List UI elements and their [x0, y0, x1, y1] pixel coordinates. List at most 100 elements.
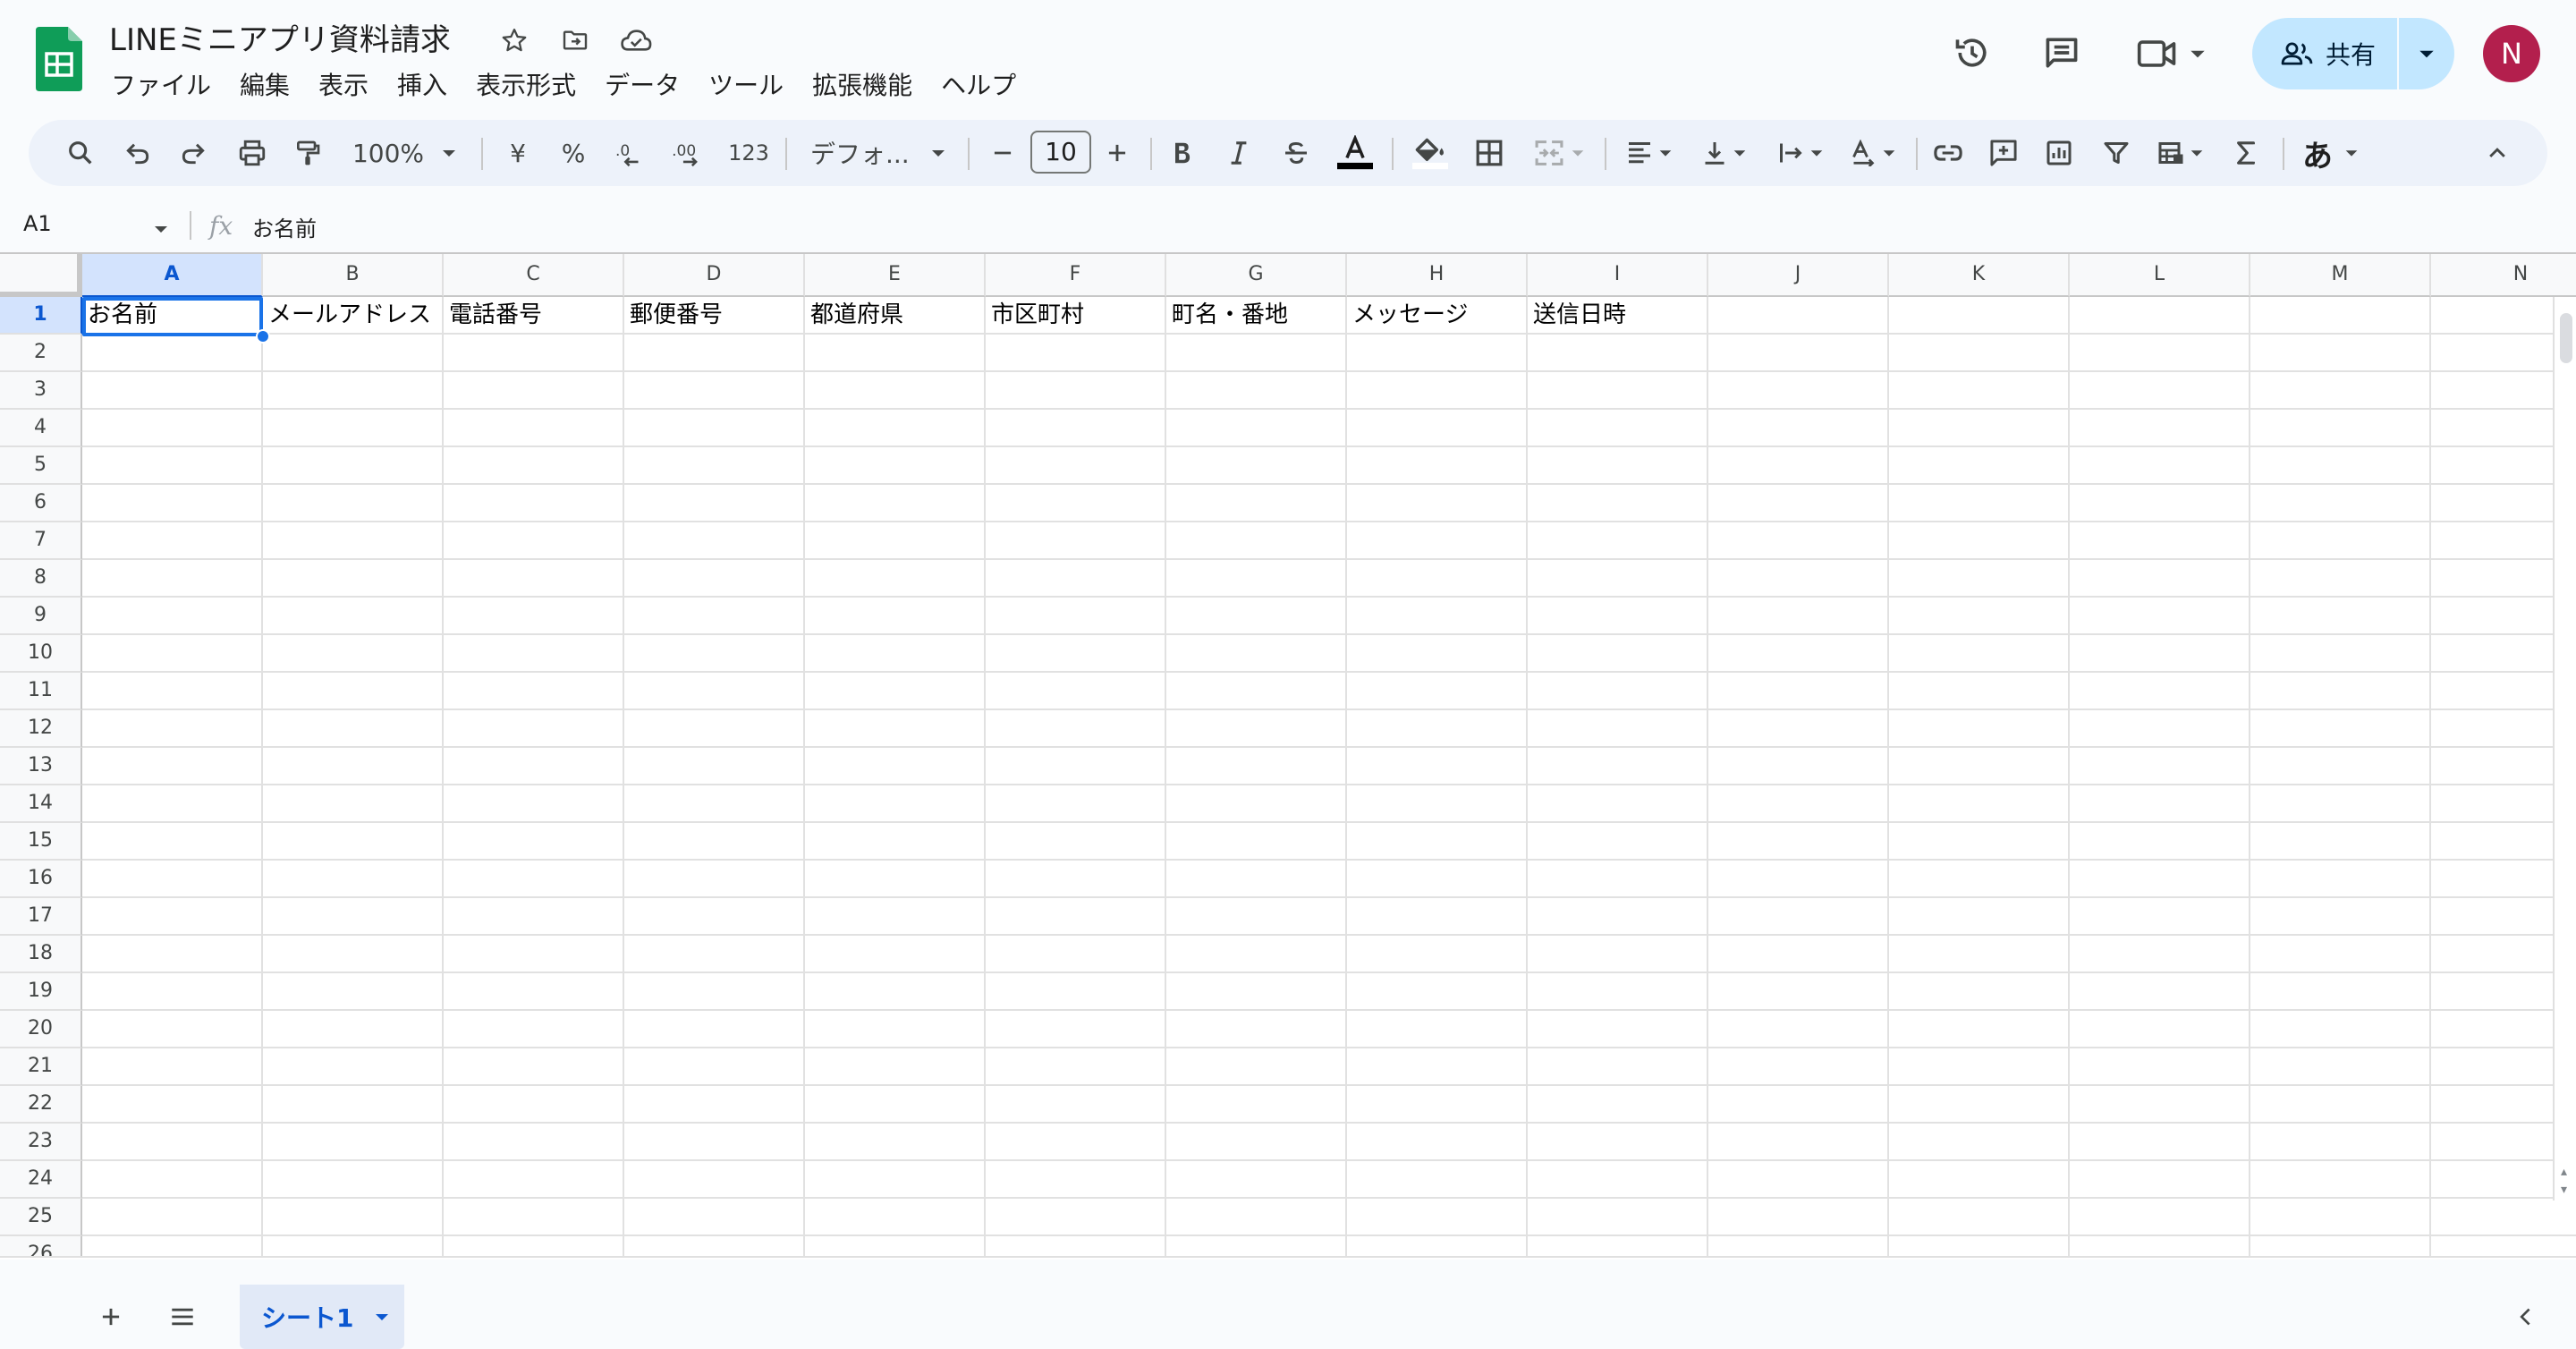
font-size-input[interactable]: 10 [1030, 131, 1091, 174]
column-header[interactable]: I [1528, 254, 1708, 297]
row-header[interactable]: 17 [0, 898, 82, 936]
row-header[interactable]: 14 [0, 785, 82, 823]
column-header[interactable]: H [1347, 254, 1528, 297]
row-header[interactable]: 6 [0, 485, 82, 522]
share-button[interactable]: 共有 [2252, 18, 2397, 89]
text-rotation-icon[interactable] [1841, 129, 1905, 177]
scroll-down-icon[interactable]: ▾ [2561, 1183, 2567, 1197]
move-folder-icon[interactable] [555, 20, 596, 61]
format-percent-button[interactable]: % [553, 129, 594, 177]
add-sheet-icon[interactable] [86, 1292, 136, 1342]
column-header[interactable]: J [1708, 254, 1889, 297]
row-header[interactable]: 11 [0, 673, 82, 710]
cell-header-g1[interactable]: 町名・番地 [1166, 297, 1345, 333]
row-header[interactable]: 1 [0, 297, 82, 335]
horizontal-align-icon[interactable] [1617, 129, 1682, 177]
scroll-up-icon[interactable]: ▴ [2561, 1165, 2567, 1179]
filter-icon[interactable] [2093, 129, 2140, 177]
input-tools-button[interactable]: あ [2295, 129, 2367, 177]
row-header[interactable]: 8 [0, 560, 82, 598]
menu-edit[interactable]: 編集 [225, 64, 304, 107]
column-header[interactable]: A [82, 254, 263, 297]
cell-header-e1[interactable]: 都道府県 [805, 297, 984, 333]
collapse-toolbar-icon[interactable] [2474, 129, 2521, 177]
comments-icon[interactable] [2036, 27, 2088, 79]
functions-icon[interactable] [2224, 129, 2268, 177]
row-header[interactable]: 16 [0, 861, 82, 898]
text-wrapping-icon[interactable] [1766, 129, 1835, 177]
decrease-decimal-icon[interactable]: .0 [606, 129, 655, 177]
column-header[interactable]: F [986, 254, 1166, 297]
more-formats-button[interactable]: 123 [723, 129, 775, 177]
row-header[interactable]: 22 [0, 1086, 82, 1124]
row-header[interactable]: 5 [0, 447, 82, 485]
row-header[interactable]: 4 [0, 410, 82, 447]
column-header[interactable]: G [1166, 254, 1347, 297]
insert-link-icon[interactable] [1925, 129, 1971, 177]
merge-cells-icon[interactable] [1524, 129, 1596, 177]
format-currency-button[interactable]: ¥ [497, 129, 538, 177]
fill-handle[interactable] [256, 329, 270, 344]
cell-header-f1[interactable]: 市区町村 [986, 297, 1165, 333]
increase-font-size-icon[interactable] [1097, 129, 1138, 177]
share-dropdown-button[interactable] [2399, 18, 2454, 89]
zoom-select[interactable]: 100% [347, 129, 463, 177]
version-history-icon[interactable] [1946, 27, 1998, 79]
undo-icon[interactable] [114, 129, 161, 177]
chevron-down-icon[interactable] [152, 220, 170, 238]
strikethrough-icon[interactable] [1275, 129, 1317, 177]
row-header[interactable]: 2 [0, 335, 82, 372]
print-icon[interactable] [227, 129, 277, 177]
search-menus-icon[interactable] [55, 129, 106, 177]
row-header[interactable]: 25 [0, 1199, 82, 1236]
cell-header-b1[interactable]: メールアドレス [263, 297, 442, 333]
all-sheets-icon[interactable] [157, 1292, 208, 1342]
meet-button[interactable] [2136, 29, 2216, 79]
row-header[interactable]: 7 [0, 522, 82, 560]
column-header[interactable]: K [1889, 254, 2070, 297]
cell-header-i1[interactable]: 送信日時 [1528, 297, 1707, 333]
horizontal-scrollbar[interactable]: ◂ ▸ [0, 1256, 2576, 1260]
select-all-corner[interactable] [0, 254, 82, 297]
filter-views-icon[interactable] [2148, 129, 2213, 177]
cloud-saved-icon[interactable] [615, 20, 657, 61]
column-header[interactable]: E [805, 254, 986, 297]
vertical-scrollbar[interactable]: ▴ ▾ [2553, 297, 2576, 1201]
cell-header-h1[interactable]: メッセージ [1347, 297, 1526, 333]
cell-header-d1[interactable]: 郵便番号 [624, 297, 803, 333]
column-header[interactable]: N [2431, 254, 2576, 297]
sheets-logo-icon[interactable] [36, 27, 82, 91]
fill-color-icon[interactable] [1406, 129, 1454, 177]
column-header[interactable]: M [2250, 254, 2431, 297]
cell-header-c1[interactable]: 電話番号 [444, 297, 623, 333]
row-header[interactable]: 20 [0, 1011, 82, 1048]
insert-chart-icon[interactable] [2036, 129, 2082, 177]
menu-file[interactable]: ファイル [97, 64, 225, 107]
row-header[interactable]: 18 [0, 936, 82, 973]
formula-input[interactable]: お名前 [252, 211, 317, 242]
bold-icon[interactable] [1161, 129, 1202, 177]
increase-decimal-icon[interactable]: .00 [664, 129, 716, 177]
column-header[interactable]: L [2070, 254, 2250, 297]
menu-extensions[interactable]: 拡張機能 [798, 64, 927, 107]
menu-data[interactable]: データ [590, 64, 694, 107]
row-header[interactable]: 10 [0, 635, 82, 673]
paint-format-icon[interactable] [284, 129, 331, 177]
name-box[interactable]: A1 [23, 211, 52, 236]
row-header[interactable]: 13 [0, 748, 82, 785]
row-header[interactable]: 23 [0, 1124, 82, 1161]
row-header[interactable]: 19 [0, 973, 82, 1011]
spreadsheet-grid[interactable]: ABCDEFGHIJKLMN 1 2 3 4 5 6 7 8 9 10 11 12 13 14 15 16 17… [0, 252, 2576, 1260]
column-header[interactable]: D [624, 254, 805, 297]
account-avatar[interactable]: N [2483, 25, 2540, 82]
menu-tools[interactable]: ツール [694, 64, 798, 107]
star-icon[interactable] [494, 20, 535, 61]
borders-icon[interactable] [1467, 129, 1512, 177]
row-header[interactable]: 9 [0, 598, 82, 635]
italic-icon[interactable] [1218, 129, 1259, 177]
column-header[interactable]: C [444, 254, 624, 297]
redo-icon[interactable] [170, 129, 216, 177]
row-header[interactable]: 3 [0, 372, 82, 410]
vertical-scroll-thumb[interactable] [2560, 313, 2572, 363]
menu-format[interactable]: 表示形式 [462, 64, 590, 107]
